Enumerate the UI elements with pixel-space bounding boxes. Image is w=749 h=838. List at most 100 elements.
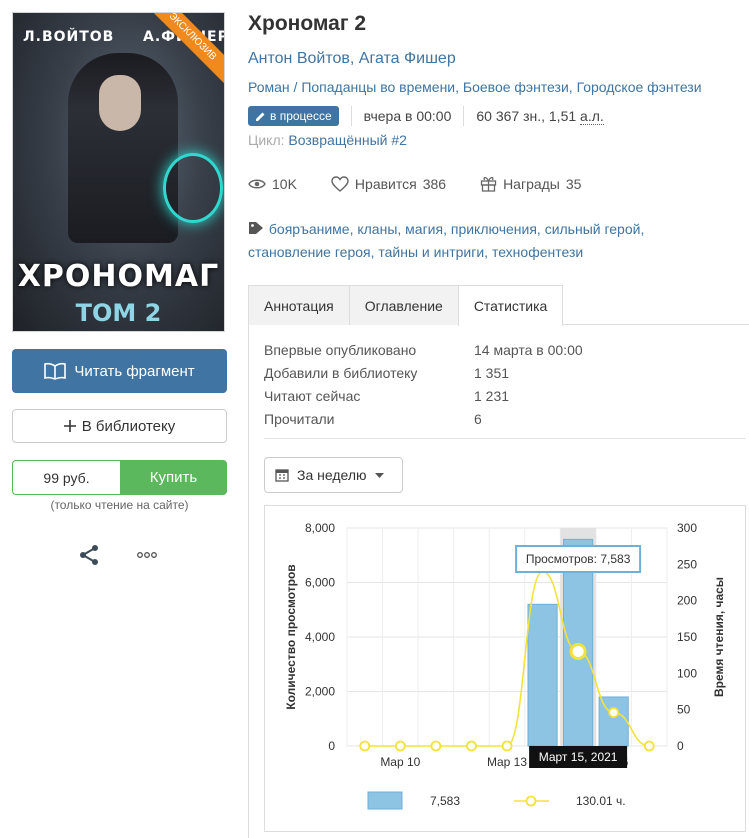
line-point: [394, 740, 406, 752]
book-title: Хрономаг 2: [248, 12, 367, 35]
likes-count: 386: [422, 175, 447, 192]
stat-value: 1 231: [474, 387, 510, 404]
chart-canvas: 0 2,000 4,000 6,000 8,000 0 50 100 150 200 250 300 M…: [284, 521, 726, 810]
y2-tick-label: 200: [677, 594, 697, 608]
price-note: (только чтение на сайте): [50, 498, 189, 512]
bar: [527, 603, 558, 747]
book-open-icon: [44, 362, 67, 380]
tag-icon: [249, 222, 263, 234]
stat-row: Добавили в библиотеку 1 351: [264, 361, 583, 384]
stat-value: 6: [474, 410, 482, 427]
caret-down-icon: [374, 472, 384, 478]
y2-axis-title: Время чтения, часы: [712, 577, 726, 697]
y-tick-label: 4,000: [305, 630, 335, 644]
y2-tick-label: 250: [677, 557, 697, 571]
author-link[interactable]: Антон Войтов: [248, 50, 350, 67]
y2-tick-label: 0: [677, 739, 684, 753]
cycle-label: Цикл:: [248, 132, 285, 148]
cycle-link[interactable]: Возвращённый: [288, 132, 387, 148]
tags: бояръаниме, кланы, магия, приключения, с…: [248, 221, 645, 260]
stats-table: Впервые опубликовано 14 марта в 00:00 Доб…: [264, 338, 583, 430]
tab-statistics[interactable]: Статистика: [457, 285, 564, 326]
stat-key: Прочитали: [264, 410, 335, 427]
tab-contents[interactable]: Оглавление: [348, 285, 459, 325]
awards-label: Награды: [503, 175, 560, 192]
cover-face: [99, 75, 141, 131]
line-point: [430, 740, 442, 752]
read-fragment-button[interactable]: Читать фрагмент: [12, 349, 227, 393]
line-point: [608, 707, 620, 718]
line-point: [466, 740, 477, 752]
stat-row: Впервые опубликовано 14 марта в 00:00: [264, 338, 583, 361]
purchase-row: 99 руб. Купить: [12, 460, 227, 495]
cover-title: ХРОНОМАГ: [17, 259, 220, 294]
tabs: Аннотация Оглавление Статистика: [248, 285, 749, 326]
stats-chart: 0 2,000 4,000 6,000 8,000 0 50 100 150 200 250 300 M…: [264, 505, 746, 832]
cover-glow: [163, 153, 223, 223]
genre-link[interactable]: Роман / Попаданцы во времени: [248, 79, 455, 95]
tab-annotation[interactable]: Аннотация: [248, 285, 350, 325]
legend-bar-swatch: [367, 791, 403, 810]
y-tick-label: 6,000: [305, 576, 335, 590]
tag-link[interactable]: тайны и интриги: [378, 244, 484, 260]
calendar-icon: [275, 469, 289, 482]
cover-author-left: Л.ВОЙТОВ: [23, 29, 115, 45]
y2-tick-label: 300: [677, 521, 697, 535]
add-to-library-label: В библиотеку: [81, 417, 176, 435]
period-select[interactable]: За неделю: [264, 457, 403, 493]
price: 99 руб.: [12, 460, 120, 495]
buy-button[interactable]: Купить: [120, 460, 227, 495]
tag-link[interactable]: технофентези: [492, 244, 583, 260]
stat-key: Читают сейчас: [264, 387, 361, 404]
stat-value: 1 351: [474, 364, 510, 381]
more-options-icon[interactable]: [136, 544, 158, 566]
divider: [463, 106, 465, 126]
pencil-icon: [256, 112, 265, 121]
plus-icon: [63, 420, 76, 432]
book-size-value: 60 367 зн., 1,51: [476, 108, 581, 124]
add-to-library-button[interactable]: В библиотеку: [12, 409, 227, 443]
status-label: в процессе: [270, 109, 332, 123]
author-link[interactable]: Агата Фишер: [359, 50, 456, 67]
period-value: За неделю: [297, 467, 367, 483]
cycle-number: #2: [387, 132, 407, 148]
y2-tick-label: 150: [677, 630, 697, 644]
tag-link[interactable]: становление героя: [248, 244, 371, 260]
x-highlight-label: Март 15, 2021: [539, 750, 618, 764]
book-meta: в процессе вчера в 00:00 60 367 зн., 1,5…: [248, 104, 604, 128]
book-cover[interactable]: Л.ВОЙТОВ А.ФИШЕР ХРОНОМАГ ТОМ 2 ЭКСКЛЮЗИ…: [12, 12, 225, 332]
y-tick-label: 0: [328, 739, 335, 753]
eye-icon: [248, 179, 266, 188]
tag-link[interactable]: магия: [405, 221, 443, 237]
line-point: [643, 740, 655, 752]
read-fragment-label: Читать фрагмент: [74, 362, 195, 380]
heart-icon[interactable]: [331, 175, 349, 192]
y2-tick-label: 100: [677, 666, 697, 680]
y-tick-label: 2,000: [305, 685, 335, 699]
updated-time: вчера в 00:00: [363, 108, 452, 124]
cycle: Цикл: Возвращённый #2: [248, 132, 407, 148]
y-axis-title: Количество просмотров: [284, 564, 298, 709]
line-point: [359, 740, 371, 752]
tag-link[interactable]: кланы: [357, 221, 397, 237]
likes-label: Нравится: [354, 175, 417, 192]
tag-link[interactable]: бояръаниме: [269, 221, 350, 237]
x-tick-label: Mар 13: [487, 755, 527, 769]
divider: [264, 438, 746, 439]
tag-link[interactable]: приключения: [451, 221, 537, 237]
tag-link[interactable]: сильный герой: [545, 221, 641, 237]
line-point: [501, 740, 513, 752]
x-tick-label: Mар 10: [380, 755, 420, 769]
stat-value: 14 марта в 00:00: [474, 341, 583, 358]
stat-key: Добавили в библиотеку: [264, 364, 418, 381]
legend-line-marker: [525, 795, 537, 807]
genre-link[interactable]: Боевое фэнтези: [463, 79, 569, 95]
y-tick-label: 8,000: [305, 521, 335, 535]
y2-tick-label: 50: [677, 703, 691, 717]
line-point: [569, 643, 587, 661]
share-icon[interactable]: [78, 544, 100, 566]
divider: [350, 106, 352, 126]
status-badge: в процессе: [248, 106, 339, 126]
legend-bar-label: 7,583: [430, 794, 460, 808]
genre-link[interactable]: Городское фэнтези: [577, 79, 702, 95]
